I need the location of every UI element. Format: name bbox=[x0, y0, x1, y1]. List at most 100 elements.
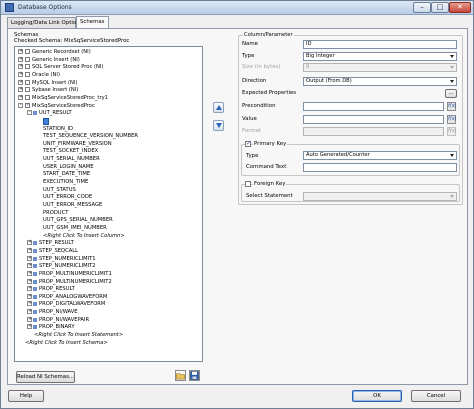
collapse-icon[interactable]: - bbox=[18, 102, 23, 108]
precondition-field[interactable] bbox=[303, 102, 444, 111]
tree-row[interactable]: EXECUTION_TIME bbox=[15, 179, 202, 186]
expand-icon[interactable]: + bbox=[18, 94, 23, 100]
format-expression-button[interactable]: f(x) bbox=[447, 127, 457, 136]
value-field[interactable] bbox=[303, 115, 444, 124]
value-expression-button[interactable]: f(x) bbox=[447, 115, 457, 124]
tree-row[interactable]: UUT_ERROR_CODE bbox=[15, 194, 202, 201]
tree-row[interactable]: + Generic Recordset (NI) bbox=[15, 49, 202, 56]
tree-row-label: UNIT_FIRMWARE_VERSION bbox=[43, 140, 112, 147]
reload-ni-schemas-button[interactable]: Reload NI Schemas... bbox=[16, 371, 75, 383]
expand-icon[interactable]: + bbox=[27, 240, 32, 246]
tree-row[interactable]: - UUT_RESULT bbox=[15, 110, 202, 117]
close-button[interactable]: ✕ bbox=[449, 2, 471, 13]
expand-icon[interactable]: + bbox=[27, 247, 32, 253]
expand-icon[interactable]: + bbox=[27, 270, 32, 276]
tree-row[interactable]: + MixSqServiceStoredProc_try1 bbox=[15, 94, 202, 102]
schema-tree[interactable]: + Generic Recordset (NI) + Generic Insert (… bbox=[14, 46, 203, 362]
tree-row[interactable]: + SQL Server Stored Proc (NI) bbox=[15, 64, 202, 71]
tree-row[interactable] bbox=[15, 117, 202, 125]
expand-icon[interactable]: + bbox=[27, 293, 32, 299]
expand-icon[interactable]: + bbox=[27, 286, 32, 292]
tree-row[interactable]: + MySQL Insert (NI) bbox=[15, 79, 202, 87]
precondition-expression-button[interactable]: f(x) bbox=[447, 102, 457, 111]
select-statement-select[interactable] bbox=[303, 192, 457, 201]
expand-icon[interactable]: + bbox=[18, 71, 23, 77]
tree-row[interactable]: + PROP_DIGITALWAVEFORM bbox=[15, 301, 202, 308]
expand-icon[interactable]: + bbox=[18, 49, 23, 54]
open-folder-button[interactable] bbox=[175, 370, 186, 381]
tree-row[interactable]: TEST_SEQUENCE_VERSION_NUMBER bbox=[15, 133, 202, 140]
expand-icon[interactable]: + bbox=[27, 309, 32, 315]
pk-type-select[interactable]: Auto Generated/Counter bbox=[303, 151, 457, 160]
tree-row[interactable]: <Right Click To Insert Column> bbox=[15, 233, 202, 240]
tree-row[interactable]: + Oracle (NI) bbox=[15, 71, 202, 79]
collapse-icon[interactable]: - bbox=[27, 110, 32, 116]
save-button[interactable] bbox=[189, 370, 200, 381]
expand-icon[interactable]: + bbox=[18, 87, 23, 93]
size-select[interactable]: 0 bbox=[303, 63, 457, 72]
primary-key-checkbox[interactable] bbox=[245, 140, 251, 147]
tree-row[interactable]: UUT_GSM_IMEI_NUMBER bbox=[15, 225, 202, 232]
tree-row[interactable]: + PROP_NI/WAVEPAIR bbox=[15, 316, 202, 324]
tree-row[interactable]: <Right Click To Insert Schema> bbox=[15, 340, 202, 347]
tree-row[interactable]: + STEP_RESULT bbox=[15, 240, 202, 247]
expand-icon[interactable]: + bbox=[18, 64, 23, 70]
tree-row[interactable]: + PROP_MULTINUMERICLIMIT2 bbox=[15, 278, 202, 286]
tree-row[interactable]: + STEP_NUMERICLIMIT2 bbox=[15, 263, 202, 270]
schema-checkbox[interactable] bbox=[25, 56, 30, 62]
move-up-button[interactable] bbox=[213, 102, 224, 113]
move-down-button[interactable] bbox=[213, 120, 224, 131]
schema-checkbox[interactable] bbox=[25, 102, 30, 109]
tree-row[interactable]: + PROP_NI/WAVE bbox=[15, 309, 202, 316]
format-field[interactable] bbox=[303, 127, 444, 136]
schema-checkbox[interactable] bbox=[25, 64, 30, 70]
expand-icon[interactable]: + bbox=[27, 324, 32, 330]
schema-checkbox[interactable] bbox=[25, 87, 30, 93]
ok-button[interactable]: OK bbox=[352, 390, 402, 402]
tree-row[interactable]: USER_LOGIN_NAME bbox=[15, 164, 202, 171]
cancel-button[interactable]: Cancel bbox=[411, 390, 461, 402]
expand-icon[interactable]: + bbox=[27, 278, 32, 284]
tree-row[interactable]: + PROP_RESULT bbox=[15, 286, 202, 293]
tree-row[interactable]: + PROP_ANALOGWAVEFORM bbox=[15, 293, 202, 301]
expand-icon[interactable]: + bbox=[27, 301, 32, 307]
tree-row[interactable]: UUT_ERROR_MESSAGE bbox=[15, 202, 202, 209]
tree-row[interactable]: + STEP_SEQCALL bbox=[15, 247, 202, 255]
command-text-field[interactable] bbox=[303, 163, 457, 172]
tab-schemas[interactable]: Schemas bbox=[76, 16, 109, 28]
foreign-key-checkbox[interactable] bbox=[245, 181, 251, 187]
tree-row[interactable]: TEST_SOCKET_INDEX bbox=[15, 148, 202, 155]
schema-checkbox[interactable] bbox=[25, 94, 30, 100]
tree-row[interactable]: UNIT_FIRMWARE_VERSION bbox=[15, 141, 202, 148]
expand-icon[interactable]: + bbox=[18, 79, 23, 85]
schema-checkbox[interactable] bbox=[25, 71, 30, 77]
tree-row-label: PROP_DIGITALWAVEFORM bbox=[39, 301, 106, 308]
name-field[interactable]: ID bbox=[303, 40, 457, 49]
tab-logging-data-link[interactable]: Logging/Data Link Options bbox=[7, 17, 82, 28]
schema-checkbox[interactable] bbox=[25, 79, 30, 85]
type-select[interactable]: Big Integer bbox=[303, 52, 457, 61]
schema-checkbox[interactable] bbox=[25, 49, 30, 54]
expand-icon[interactable]: + bbox=[27, 255, 32, 261]
tree-row[interactable]: - MixSqServiceStoredProc bbox=[15, 102, 202, 110]
tree-row[interactable]: + STEP_NUMERICLIMIT1 bbox=[15, 255, 202, 263]
tree-row[interactable]: + PROP_MULTINUMERICLIMIT1 bbox=[15, 270, 202, 278]
tree-row[interactable]: + Generic Insert (NI) bbox=[15, 56, 202, 64]
tree-row[interactable]: PRODUCT bbox=[15, 210, 202, 217]
direction-select[interactable]: Output (From DB) bbox=[303, 77, 457, 86]
expand-icon[interactable]: + bbox=[27, 316, 32, 322]
tree-row[interactable]: + Sybase Insert (NI) bbox=[15, 87, 202, 94]
tree-row[interactable]: UUT_STATUS bbox=[15, 187, 202, 194]
expected-properties-browse-button[interactable]: ... bbox=[445, 89, 457, 98]
tree-row[interactable]: START_DATE_TIME bbox=[15, 171, 202, 178]
tree-row[interactable]: <Right Click To Insert Statement> bbox=[15, 332, 202, 339]
tree-row[interactable]: UUT_GPS_SERIAL_NUMBER bbox=[15, 217, 202, 224]
minimize-button[interactable]: – bbox=[413, 2, 431, 13]
help-button[interactable]: Help bbox=[8, 390, 44, 402]
tree-row[interactable]: STATION_ID bbox=[15, 126, 202, 133]
tree-row[interactable]: UUT_SERIAL_NUMBER bbox=[15, 156, 202, 163]
tree-row[interactable]: + PROP_BINARY bbox=[15, 324, 202, 331]
maximize-button[interactable]: □ bbox=[431, 2, 449, 13]
expand-icon[interactable]: + bbox=[27, 263, 32, 269]
expand-icon[interactable]: + bbox=[18, 56, 23, 62]
